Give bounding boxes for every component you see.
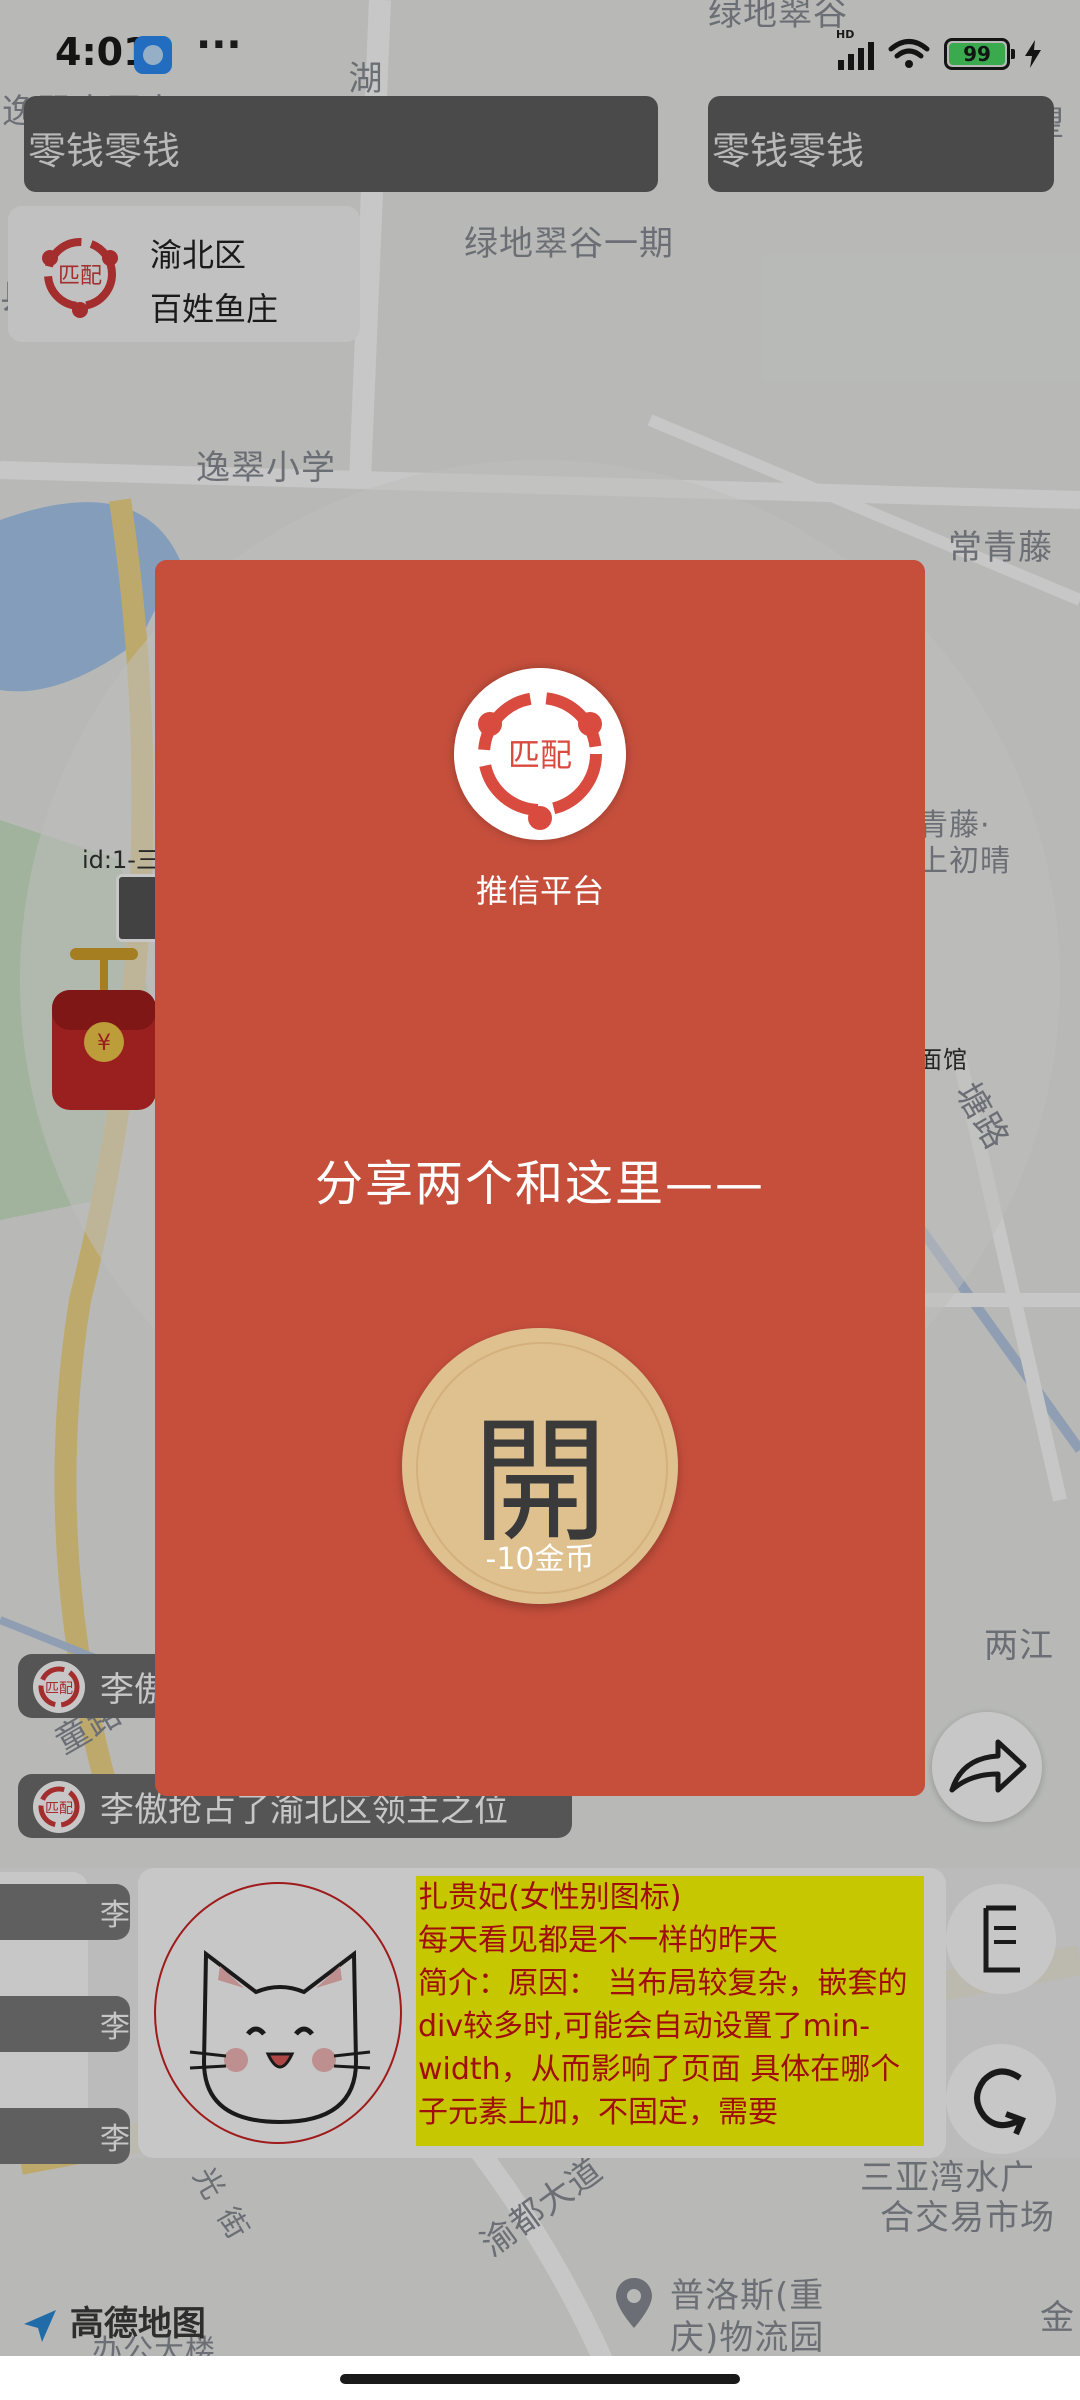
- platform-logo-text: 匹配: [508, 736, 572, 774]
- open-packet-button[interactable]: 開 -10金币: [402, 1328, 678, 1604]
- packet-message: 分享两个和这里——: [314, 1156, 765, 1212]
- platform-name: 推信平台: [475, 872, 604, 910]
- home-indicator[interactable]: [340, 2374, 740, 2384]
- platform-logo-icon: 匹配: [454, 668, 626, 840]
- open-cost: -10金币: [485, 1542, 595, 1577]
- red-packet-modal: 匹配 推信平台 分享两个和这里—— 開 -10金币: [155, 560, 925, 1796]
